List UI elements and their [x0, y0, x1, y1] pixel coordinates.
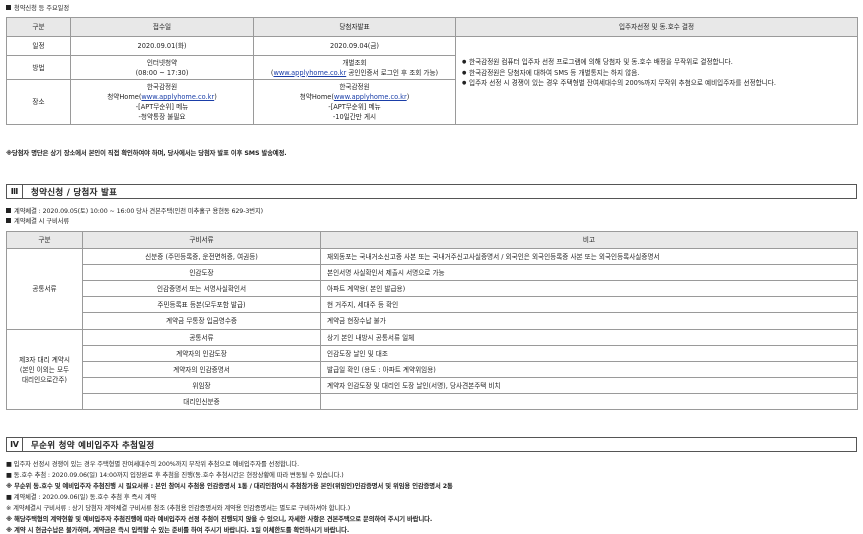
announce-place: 한국감정원 청약Home(www.applyhome.co.kr) -[APT무… — [253, 79, 456, 125]
receipt-place: 한국감정원 청약Home(www.applyhome.co.kr) -[APT무… — [70, 79, 254, 125]
row-label: 일정 — [6, 36, 71, 56]
col-header: 접수일 — [70, 17, 254, 37]
announce-date: 2020.09.04(금) — [253, 36, 456, 56]
line-mark: ※ — [6, 516, 13, 523]
note-cell: 재외동포는 국내거소신고증 사본 또는 국내거주신고사실증명서 / 외국인은 외… — [320, 248, 858, 265]
col-header: 당첨자발표 — [253, 17, 456, 37]
doc-cell: 계약금 무통장 입금영수증 — [82, 312, 321, 330]
line-mark: ■ — [6, 461, 12, 468]
proxy-docs-label: 제3자 대리 계약시 (본인 이외는 모두 대리인으로간주) — [6, 329, 83, 410]
applyhome-link[interactable]: www.applyhome.co.kr — [334, 93, 407, 101]
contract-docs-note: 계약체결 시 구비서류 — [6, 216, 69, 225]
doc-cell: 위임장 — [82, 377, 321, 394]
line-mark: ※ — [6, 527, 13, 534]
note-cell: 발급일 확인 (용도 : 아파트 계약위임용) — [320, 361, 858, 378]
schedule-table: 구분 접수일 당첨자발표 입주자선정 및 동.호수 결정 일정 2020.09.… — [6, 17, 858, 125]
common-docs-label: 공통서류 — [6, 248, 83, 330]
info-line: ※ 해당주택형의 계약현황 및 예비입주자 추첨진행에 따라 예비입주자 선정 … — [6, 516, 433, 523]
line-mark: ※ — [6, 505, 12, 512]
applyhome-link[interactable]: www.applyhome.co.kr — [141, 93, 214, 101]
info-line: ■ 동.호수 추첨 : 2020.09.06(일) 14:00까지 입장완료 후… — [6, 472, 344, 479]
row-label: 장소 — [6, 79, 71, 125]
col-header: 비고 — [320, 231, 858, 249]
doc-cell: 계약자의 인감도장 — [82, 345, 321, 362]
decision-notes: 한국감정원 컴퓨터 입주자 선정 프로그램에 의해 당첨자 및 동.호수 배정을… — [455, 36, 858, 125]
info-line: ■ 입주자 선정시 경쟁이 있는 경우 주택형별 잔여세대수의 200%까지 무… — [6, 461, 299, 468]
note-cell: 현 거주지, 세대주 등 확인 — [320, 296, 858, 313]
section-header: Ⅳ 무순위 청약 예비입주자 추첨일정 — [6, 437, 857, 452]
doc-cell: 대리인신분증 — [82, 393, 321, 410]
note-cell: 상기 본인 내방시 공통서류 일체 — [320, 329, 858, 346]
note-cell: 계약금 현장수납 불가 — [320, 312, 858, 330]
note-cell — [320, 393, 858, 410]
col-header: 구분 — [6, 231, 83, 249]
doc-cell: 주민등록표 등본(모두포함 발급) — [82, 296, 321, 313]
schedule-footnote: ※당첨자 명단은 상기 장소에서 본인이 직접 확인하여야 하며, 당사에서는 … — [6, 150, 287, 157]
section-title: 청약신청 / 당첨자 발표 — [31, 187, 118, 198]
doc-cell: 신분증 (주민등록증, 운전면허증, 여권등) — [82, 248, 321, 265]
doc-cell: 공통서류 — [82, 329, 321, 346]
line-mark: ※ — [6, 483, 13, 490]
row-label: 방법 — [6, 55, 71, 80]
receipt-method: 인터넷청약 (08:00 ~ 17:30) — [70, 55, 254, 80]
square-bullet-icon — [6, 5, 11, 10]
col-header: 입주자선정 및 동.호수 결정 — [455, 17, 858, 37]
square-bullet-icon — [6, 218, 11, 223]
decision-note: 한국감정원은 당첨자에 대하여 SMS 등 개별통지는 하지 않음. — [462, 68, 857, 79]
section-number: Ⅳ — [7, 438, 23, 451]
note-cell: 본인서명 사실확인서 제출시 서명으로 가능 — [320, 264, 858, 281]
info-line: ■ 계약체결 : 2020.09.06(일) 동.호수 추첨 후 즉시 계약 — [6, 494, 157, 501]
applyhome-link[interactable]: www.applyhome.co.kr — [273, 69, 346, 77]
contract-date-note: 계약체결 : 2020.09.05(토) 10:00 ~ 16:00 당사 견본… — [6, 206, 263, 215]
schedule-label: 청약신청 등 주요일정 — [6, 3, 69, 12]
decision-note: 한국감정원 컴퓨터 입주자 선정 프로그램에 의해 당첨자 및 동.호수 배정을… — [462, 57, 857, 68]
info-line: ※ 계약체결시 구비서류 : 상기 당첨자 계약체결 구비서류 참조 (추첨용 … — [6, 505, 351, 512]
doc-cell: 인감증명서 또는 서명사실확인서 — [82, 280, 321, 297]
info-line: ※ 계약 시 현금수납은 불가하며, 계약금은 즉시 입력할 수 있는 준비를 … — [6, 527, 350, 534]
doc-cell: 계약자의 인감증명서 — [82, 361, 321, 378]
section-title: 무순위 청약 예비입주자 추첨일정 — [31, 440, 155, 451]
square-bullet-icon — [6, 208, 11, 213]
receipt-date: 2020.09.01(화) — [70, 36, 254, 56]
doc-cell: 인감도장 — [82, 264, 321, 281]
line-mark: ■ — [6, 494, 12, 501]
col-header: 구분 — [6, 17, 71, 37]
note-cell: 계약자 인감도장 및 대리인 도장 날인(서명), 당사견본주택 비치 — [320, 377, 858, 394]
line-mark: ■ — [6, 472, 12, 479]
announce-method: 개별조회 (www.applyhome.co.kr 공인인증서 로그인 후 조회… — [253, 55, 456, 80]
section-number: Ⅲ — [7, 185, 23, 198]
section-header: Ⅲ 청약신청 / 당첨자 발표 — [6, 184, 857, 199]
contract-docs-table: 구분 구비서류 비고 공통서류 신분증 (주민등록증, 운전면허증, 여권등) … — [6, 231, 858, 410]
note-cell: 인감도장 날인 및 대조 — [320, 345, 858, 362]
col-header: 구비서류 — [82, 231, 321, 249]
decision-note: 입주자 선정 시 경쟁이 있는 경우 주택형별 잔여세대수의 200%까지 무작… — [462, 78, 857, 89]
info-line: ※ 무순위 동.호수 및 예비입주자 추첨진행 시 필요서류 : 본인 참여시 … — [6, 483, 453, 490]
note-cell: 아파트 계약용( 본인 발급용) — [320, 280, 858, 297]
